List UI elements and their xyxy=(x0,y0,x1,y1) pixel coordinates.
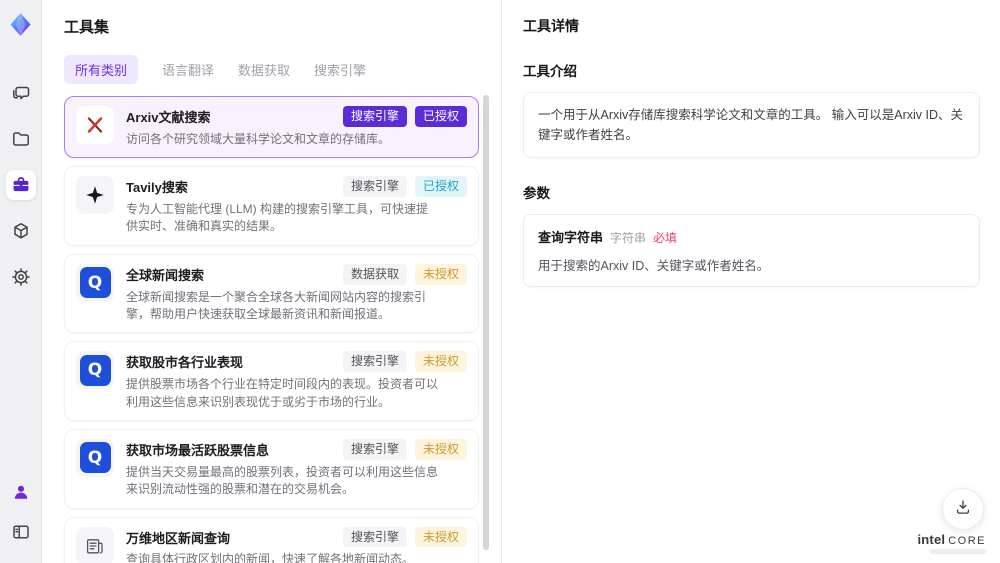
category-badge: 数据获取 xyxy=(342,263,407,285)
intro-text: 一个用于从Arxiv存储库搜索科学论文和文章的工具。 输入可以是Arxiv ID… xyxy=(538,108,964,142)
tool-list: Arxiv文献搜索 搜索引擎 已授权 访问各个研究领域大量科学论文和文章的存储库… xyxy=(64,96,479,563)
intro-box: 一个用于从Arxiv存储库搜索科学论文和文章的工具。 输入可以是Arxiv ID… xyxy=(523,92,980,158)
tool-detail-panel: 工具详情 工具介绍 一个用于从Arxiv存储库搜索科学论文和文章的工具。 输入可… xyxy=(503,0,1000,563)
download-icon xyxy=(954,498,972,521)
rail-nav xyxy=(5,78,36,292)
tool-card[interactable]: Tavily搜索 搜索引擎 已授权 专为人工智能代理 (LLM) 构建的搜索引擎… xyxy=(64,166,479,246)
params-heading: 参数 xyxy=(523,186,550,201)
newspaper-icon xyxy=(76,526,114,563)
tab-data-fetch[interactable]: 数据获取 xyxy=(238,60,290,79)
left-rail xyxy=(0,0,42,563)
category-badge: 搜索引擎 xyxy=(342,351,407,373)
auth-status-badge: 未授权 xyxy=(414,438,467,460)
sidebar-item-models cube-icon[interactable] xyxy=(6,216,36,246)
param-description: 用于搜索的Arxiv ID、关键字或作者姓名。 xyxy=(538,259,770,273)
tool-description: 访问各个研究领域大量科学论文和文章的存储库。 xyxy=(126,131,391,146)
tool-description: 专为人工智能代理 (LLM) 构建的搜索引擎工具，可快速提供实时、准确和真实的结… xyxy=(126,201,429,234)
tool-description: 全球新闻搜索是一个聚合全球各大新闻网站内容的搜索引擎，帮助用户快速获取全球最新资… xyxy=(126,289,427,321)
category-tabs: 所有类别 语言翻译 数据获取 搜索引擎 xyxy=(64,55,479,84)
qnews-icon: Q xyxy=(76,351,114,390)
tool-title: Arxiv文献搜索 xyxy=(126,110,211,125)
tool-description: 提供当天交易量最高的股票列表，投资者可以利用这些信息来识别流动性强的股票和潜在的… xyxy=(126,464,439,497)
sidebar-item-tools briefcase-icon[interactable] xyxy=(5,170,36,200)
tab-all[interactable]: 所有类别 xyxy=(64,55,139,84)
intro-heading: 工具介绍 xyxy=(523,64,577,79)
auth-status-badge: 未授权 xyxy=(414,351,467,373)
param-box: 查询字符串 字符串 必填 用于搜索的Arxiv ID、关键字或作者姓名。 xyxy=(523,214,980,287)
tab-search-engine[interactable]: 搜索引擎 xyxy=(314,60,366,79)
sidebar-item-user user-icon[interactable] xyxy=(6,477,36,507)
tool-title: 获取股市各行业表现 xyxy=(126,355,244,371)
tool-title: Tavily搜索 xyxy=(126,180,188,196)
tool-card[interactable]: Q 获取股市各行业表现 搜索引擎 未授权 提供股票市场各个行业在特定时间段内的表… xyxy=(64,341,479,421)
tool-card[interactable]: Q 全球新闻搜索 数据获取 未授权 全球新闻搜索是一个聚合全球各大新闻网站内容的… xyxy=(64,253,479,334)
tool-title: 获取市场最活跃股票信息 xyxy=(126,442,270,458)
category-badge: 搜索引擎 xyxy=(342,526,407,548)
tool-card[interactable]: Arxiv文献搜索 搜索引擎 已授权 访问各个研究领域大量科学论文和文章的存储库… xyxy=(64,96,479,159)
list-scrollbar[interactable] xyxy=(483,95,489,550)
download-button[interactable] xyxy=(942,488,984,530)
sidebar-item-files folder-icon[interactable] xyxy=(6,124,36,154)
arxiv-icon xyxy=(76,106,114,144)
intel-core-logo: intel CORE xyxy=(917,532,986,554)
param-type: 字符串 xyxy=(610,231,647,245)
auth-status-badge: 已授权 xyxy=(414,106,467,127)
tool-title: 万维地区新闻查询 xyxy=(126,530,231,546)
intel-brand-text: intel xyxy=(917,532,946,547)
auth-status-badge: 未授权 xyxy=(414,526,467,548)
rail-bottom xyxy=(6,477,36,547)
tool-list-panel: 工具集 所有类别 语言翻译 数据获取 搜索引擎 Arxiv文献搜索 搜索引擎 已授权 … xyxy=(42,0,502,563)
intel-logo-subline xyxy=(930,549,986,554)
tool-card[interactable]: Q 获取市场最活跃股票信息 搜索引擎 未授权 提供当天交易量最高的股票列表，投资… xyxy=(64,428,479,509)
detail-title: 工具详情 xyxy=(523,18,579,34)
tab-translation[interactable]: 语言翻译 xyxy=(162,60,214,79)
sparkle-icon xyxy=(76,176,114,215)
category-badge: 搜索引擎 xyxy=(342,438,407,460)
page-title: 工具集 xyxy=(64,19,110,36)
tool-title: 全球新闻搜索 xyxy=(126,267,205,283)
param-required-badge: 必填 xyxy=(653,231,678,245)
sidebar-item-panel-toggle panel-icon[interactable] xyxy=(6,517,36,547)
app-logo gem-logo-icon xyxy=(7,11,34,38)
qnews-icon: Q xyxy=(76,263,114,302)
tool-description: 查询具体行政区划内的新闻，快速了解各地新闻动态。 xyxy=(126,552,415,563)
param-name: 查询字符串 xyxy=(538,230,604,245)
auth-status-badge: 未授权 xyxy=(414,263,467,285)
sidebar-item-settings gear-icon[interactable] xyxy=(6,262,36,292)
sidebar-item-chat chat-icon[interactable] xyxy=(6,78,36,108)
tool-description: 提供股票市场各个行业在特定时间段内的表现。投资者可以利用这些信息来识别表现优于或… xyxy=(126,377,439,409)
tool-card[interactable]: 万维地区新闻查询 搜索引擎 未授权 查询具体行政区划内的新闻，快速了解各地新闻动… xyxy=(64,516,479,563)
auth-status-badge: 已授权 xyxy=(414,176,467,197)
category-badge: 搜索引擎 xyxy=(342,106,407,127)
core-brand-text: CORE xyxy=(948,535,986,547)
qnews-icon: Q xyxy=(76,438,114,477)
category-badge: 搜索引擎 xyxy=(342,176,407,197)
